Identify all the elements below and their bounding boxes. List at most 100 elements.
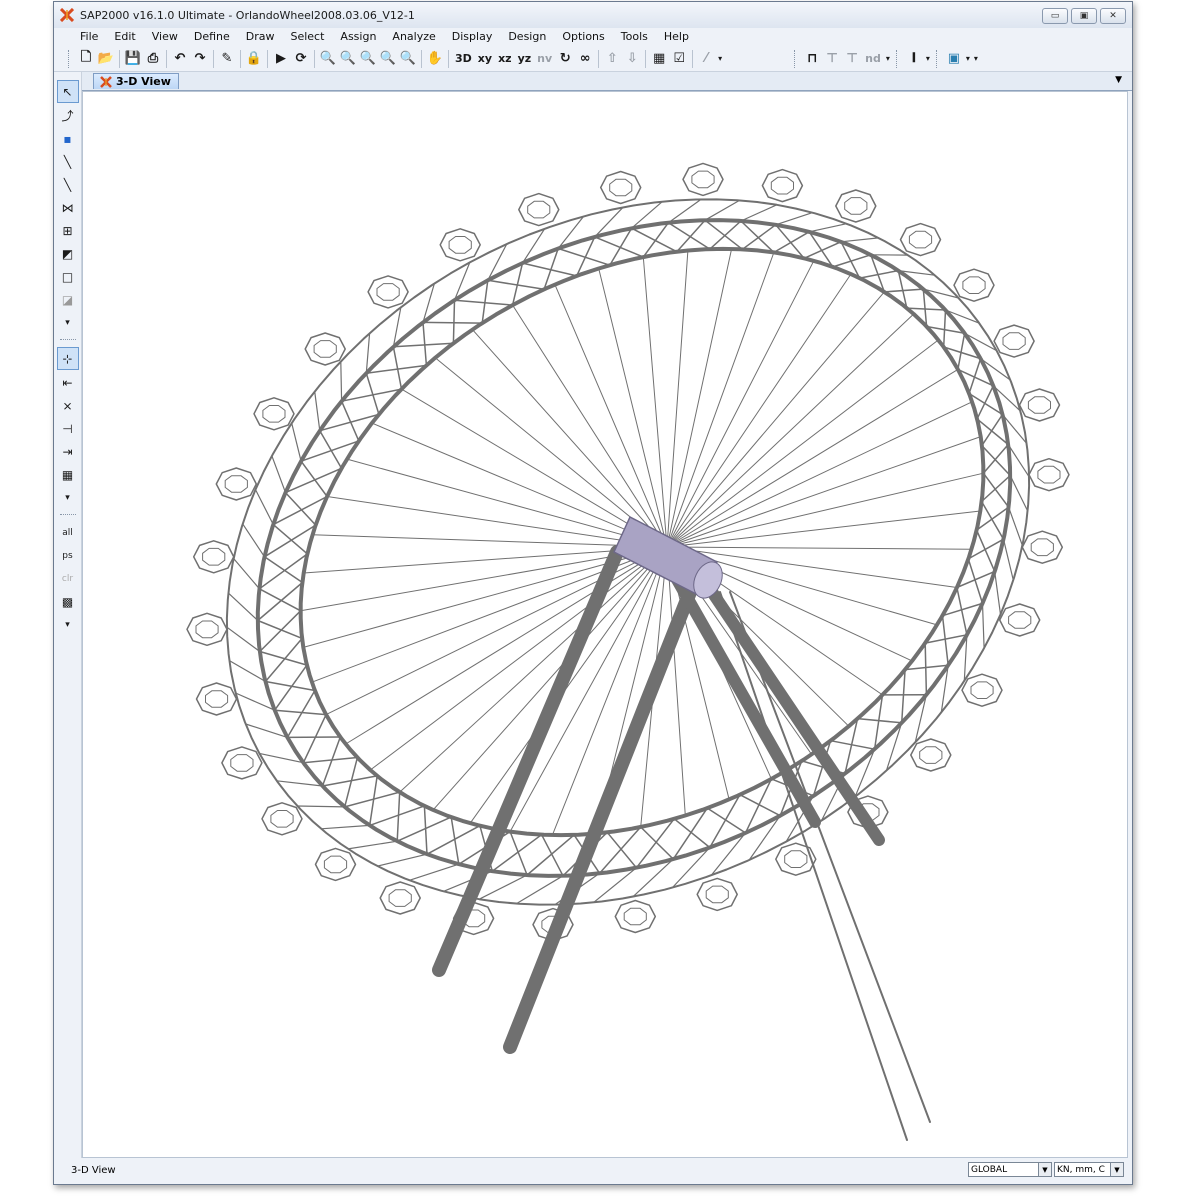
rim-truss-diagonal	[368, 805, 426, 827]
snap-ends-icon[interactable]: ⇤	[58, 372, 78, 393]
save-icon[interactable]: 💾	[123, 49, 143, 69]
quick-draw-area-icon[interactable]: ◪	[58, 289, 78, 310]
reshape-icon[interactable]: ⤴	[58, 105, 78, 126]
view-3d-button[interactable]: 3D	[452, 49, 475, 69]
menu-edit[interactable]: Edit	[106, 28, 143, 46]
toolbar-grip[interactable]	[935, 49, 940, 68]
snap-fine-grid-icon[interactable]: ▦	[58, 464, 78, 485]
menu-design[interactable]: Design	[500, 28, 554, 46]
coord-system-select[interactable]: GLOBAL ▼	[968, 1162, 1052, 1177]
draw-frame-line-icon[interactable]: ╲	[58, 151, 78, 172]
menu-view[interactable]: View	[144, 28, 186, 46]
draw-brace-icon[interactable]: ⋈	[58, 197, 78, 218]
move-up-icon[interactable]: ⇧	[602, 49, 622, 69]
menu-tools[interactable]: Tools	[613, 28, 656, 46]
refresh-pencil-icon[interactable]: ✎	[217, 49, 237, 69]
toolbar-grip[interactable]	[68, 49, 72, 68]
menu-select[interactable]: Select	[282, 28, 332, 46]
rim-truss-diagonal	[481, 279, 489, 324]
title-bar[interactable]: SAP2000 v16.1.0 Ultimate - OrlandoWheel2…	[54, 2, 1132, 28]
run-analysis-icon[interactable]: ▶	[271, 49, 291, 69]
select-dropdown-icon[interactable]: ▾	[58, 614, 78, 635]
print-icon[interactable]: ⎙	[143, 49, 163, 69]
model-viewport[interactable]	[82, 91, 1128, 1158]
passenger-capsule	[261, 802, 303, 836]
close-button[interactable]: ✕	[1100, 8, 1126, 24]
nd-dropdown-icon[interactable]: ▾	[884, 49, 892, 69]
zoom-previous-icon[interactable]: 🔍	[358, 49, 378, 69]
draw-secondary-beam-icon[interactable]: ⊞	[58, 220, 78, 241]
view-xz-button[interactable]: xz	[495, 49, 515, 69]
redo-icon[interactable]: ↷	[190, 49, 210, 69]
minimize-button[interactable]: ▭	[1042, 8, 1068, 24]
draw-frame-icon[interactable]: ⊓	[802, 49, 822, 69]
units-select[interactable]: KN, mm, C ▼	[1054, 1162, 1124, 1177]
draw-cable-icon[interactable]: ⊤	[822, 49, 842, 69]
left-dropdown-icon[interactable]: ▾	[58, 312, 78, 333]
draw-tendon-icon[interactable]: ⊤	[842, 49, 862, 69]
quick-draw-frame-icon[interactable]: ╲	[58, 174, 78, 195]
clear-selection-icon[interactable]: clr	[58, 568, 78, 589]
select-all-icon[interactable]: all	[58, 522, 78, 543]
intersecting-line-select-icon[interactable]: ▩	[58, 591, 78, 612]
menu-define[interactable]: Define	[186, 28, 238, 46]
rim-truss-diagonal	[259, 610, 302, 653]
zoom-in-icon[interactable]: 🔍	[378, 49, 398, 69]
passenger-capsule	[314, 847, 357, 882]
view-nv-button[interactable]: nv	[534, 49, 555, 69]
lock-icon[interactable]: 🔒	[244, 49, 264, 69]
previous-selection-icon[interactable]: ps	[58, 545, 78, 566]
shrink-objects-icon[interactable]: ⁄	[696, 49, 716, 69]
draw-joint-icon[interactable]: ▪	[58, 128, 78, 149]
rim-truss-diagonal	[376, 853, 428, 867]
show-nd-button[interactable]: nd	[862, 49, 884, 69]
shrink-dropdown-icon[interactable]: ▾	[716, 49, 724, 69]
display-table-icon[interactable]: ▣	[944, 49, 964, 69]
toolbar-grip[interactable]	[895, 49, 900, 68]
menu-display[interactable]: Display	[444, 28, 501, 46]
toolbar-overflow-icon[interactable]: ▾	[972, 49, 980, 69]
menu-options[interactable]: Options	[554, 28, 612, 46]
open-file-icon[interactable]: 📂	[96, 49, 116, 69]
menu-analyze[interactable]: Analyze	[384, 28, 443, 46]
set-display-options-icon[interactable]: ▦	[649, 49, 669, 69]
section-i-icon[interactable]: 𝐈	[904, 49, 924, 69]
pointer-icon[interactable]: ↖	[56, 80, 79, 103]
show-checked-icon[interactable]: ☑	[669, 49, 689, 69]
move-down-icon[interactable]: ⇩	[622, 49, 642, 69]
snap-dropdown-icon[interactable]: ▾	[58, 487, 78, 508]
zoom-window-icon[interactable]: 🔍	[318, 49, 338, 69]
support-leg	[503, 580, 699, 1054]
view-yz-button[interactable]: yz	[515, 49, 535, 69]
menu-assign[interactable]: Assign	[332, 28, 384, 46]
draw-rect-area-icon[interactable]: □	[58, 266, 78, 287]
maximize-button[interactable]: ▣	[1071, 8, 1097, 24]
zoom-full-icon[interactable]: 🔍	[338, 49, 358, 69]
rim-truss-diagonal	[1007, 506, 1024, 547]
perspective-toggle-icon[interactable]: ∞	[575, 49, 595, 69]
pan-icon[interactable]: ✋	[425, 49, 445, 69]
tab-3d-view[interactable]: 3-D View	[93, 73, 179, 89]
draw-poly-area-icon[interactable]: ◩	[58, 243, 78, 264]
toolbar-grip[interactable]	[794, 49, 798, 68]
snap-intersections-icon[interactable]: ⨯	[58, 395, 78, 416]
rotate-3d-icon[interactable]: ⟳	[291, 49, 311, 69]
zoom-out-icon[interactable]: 🔍	[398, 49, 418, 69]
menu-file[interactable]: File	[72, 28, 106, 46]
menu-draw[interactable]: Draw	[238, 28, 283, 46]
undo-icon[interactable]: ↶	[170, 49, 190, 69]
display-dropdown-icon[interactable]: ▾	[964, 49, 972, 69]
rim-truss-diagonal	[704, 199, 741, 221]
passenger-capsule-inner	[313, 340, 337, 358]
view-xy-button[interactable]: xy	[475, 49, 495, 69]
new-file-icon[interactable]: 🗋	[76, 49, 96, 69]
snap-lines-icon[interactable]: ⇥	[58, 441, 78, 462]
menu-help[interactable]: Help	[656, 28, 697, 46]
rim-truss-diagonal	[639, 826, 675, 860]
tab-menu-arrow[interactable]: ▼	[1115, 75, 1122, 85]
snap-points-icon[interactable]: ⊹	[56, 347, 79, 370]
section-dropdown-icon[interactable]: ▾	[924, 49, 932, 69]
snap-perpendicular-icon[interactable]: ⊣	[58, 418, 78, 439]
passenger-capsule-inner	[609, 178, 633, 197]
rubber-band-zoom-icon[interactable]: ↻	[555, 49, 575, 69]
